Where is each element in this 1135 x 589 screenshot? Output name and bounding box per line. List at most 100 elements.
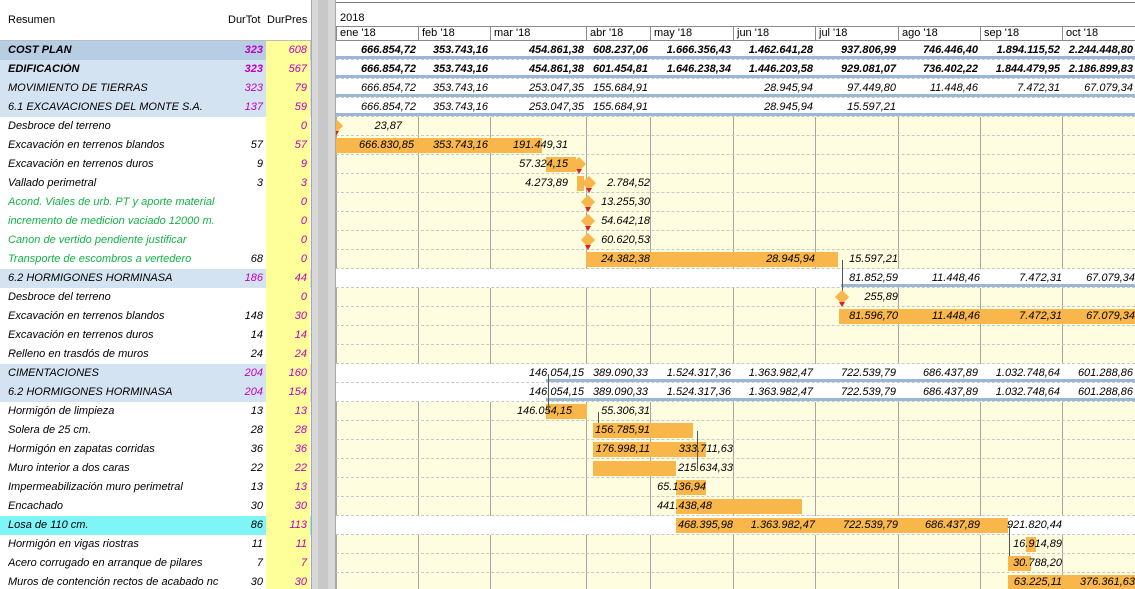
task-name: Relleno en trasdós de muros (8, 348, 149, 360)
task-durtot: 137 (244, 101, 263, 113)
task-row[interactable]: Solera de 25 cm. 28 28 (0, 421, 311, 440)
month-header: jun '18 (733, 26, 815, 41)
cost-value: 24.382,38 (601, 253, 650, 265)
cost-value: 353.743,16 (432, 44, 488, 56)
task-row[interactable]: Excavación en terrenos duros 14 14 (0, 326, 311, 345)
cost-value: 63.225,11 (1013, 576, 1062, 588)
cost-value: 146.054,15 (528, 386, 584, 398)
cost-value: 1.524.317,36 (666, 367, 731, 379)
task-durpres[interactable]: 0 (266, 231, 310, 250)
dependency-arrow-icon (839, 302, 845, 307)
task-row[interactable]: 6.2 HORMIGONES HORMINASA 186 44 (0, 269, 311, 288)
task-durpres[interactable]: 9 (266, 155, 310, 174)
task-row[interactable]: 6.2 HORMIGONES HORMINASA 204 154 (0, 383, 311, 402)
task-row[interactable]: Desbroce del terreno 0 (0, 117, 311, 136)
task-durpres[interactable]: 36 (266, 440, 310, 459)
task-row[interactable]: EDIFICACIÓN 323 567 (0, 60, 311, 79)
task-durpres[interactable]: 30 (266, 497, 310, 516)
task-durpres[interactable]: 79 (266, 79, 310, 98)
task-row[interactable]: MOVIMIENTO DE TIERRAS 323 79 (0, 79, 311, 98)
task-durpres[interactable]: 44 (266, 269, 310, 288)
task-durpres[interactable]: 22 (266, 459, 310, 478)
task-durpres[interactable]: 30 (266, 307, 310, 326)
task-durpres[interactable]: 14 (266, 326, 310, 345)
task-row[interactable]: Hormigón en vigas riostras 11 11 (0, 535, 311, 554)
task-durpres[interactable]: 57 (266, 136, 310, 155)
splitter-grip[interactable] (318, 0, 328, 589)
task-name: Hormigón en vigas riostras (8, 538, 139, 550)
task-durtot: 11 (251, 538, 263, 550)
task-durpres[interactable]: 7 (266, 554, 310, 573)
task-row[interactable]: Excavación en terrenos blandos 148 30 (0, 307, 311, 326)
task-durpres[interactable]: 24 (266, 345, 310, 364)
summary-bar[interactable] (841, 284, 1135, 287)
task-durpres[interactable]: 567 (266, 60, 310, 79)
task-row[interactable]: Hormigón en zapatas corridas 36 36 (0, 440, 311, 459)
task-row[interactable]: Encachado 30 30 (0, 497, 311, 516)
task-row[interactable]: Transporte de escombros a vertedero 68 0 (0, 250, 311, 269)
row-separator (336, 534, 1135, 535)
task-durpres[interactable]: 0 (266, 250, 310, 269)
task-durpres[interactable]: 3 (266, 174, 310, 193)
task-durpres[interactable]: 160 (266, 364, 310, 383)
task-name: Losa de 110 cm. (8, 519, 89, 531)
task-row[interactable]: Desbroce del terreno 0 (0, 288, 311, 307)
task-durpres[interactable]: 154 (266, 383, 310, 402)
month-header: abr '18 (586, 26, 650, 41)
task-row[interactable]: 6.1 EXCAVACIONES DEL MONTE S.A. 137 59 (0, 98, 311, 117)
task-row[interactable]: incremento de medicion vaciado 12000 m. 0 (0, 212, 311, 231)
task-durpres[interactable]: 113 (266, 516, 310, 535)
cost-value: 55.306,31 (601, 405, 650, 417)
cost-value: 16.914,89 (1013, 538, 1062, 550)
summary-bar[interactable] (546, 398, 1135, 401)
task-durpres[interactable]: 0 (266, 288, 310, 307)
task-name: Hormigón en zapatas corridas (8, 443, 155, 455)
task-row[interactable]: Vallado perimetral 3 3 (0, 174, 311, 193)
task-durpres[interactable]: 13 (266, 402, 310, 421)
column-header-durtot[interactable]: DurTot (228, 14, 260, 26)
task-durpres[interactable]: 608 (266, 41, 310, 60)
cost-value: 353.743,16 (432, 101, 488, 113)
pane-splitter[interactable] (311, 0, 336, 589)
task-row[interactable]: Canon de vertido pendiente justificar 0 (0, 231, 311, 250)
task-row[interactable]: Muro interior a dos caras 22 22 (0, 459, 311, 478)
task-durpres[interactable]: 0 (266, 117, 310, 136)
summary-bar[interactable] (336, 75, 1135, 78)
summary-bar[interactable] (336, 113, 1135, 116)
task-durpres[interactable]: 11 (266, 535, 310, 554)
task-durpres[interactable]: 13 (266, 478, 310, 497)
task-row[interactable]: COST PLAN 323 608 (0, 41, 311, 60)
column-header-resumen[interactable]: Resumen (8, 14, 55, 26)
task-row[interactable]: Impermeabilización muro perimetral 13 13 (0, 478, 311, 497)
task-row[interactable]: Losa de 110 cm. 86 113 (0, 516, 311, 535)
task-row[interactable]: Muros de contención rectos de acabado nc… (0, 573, 311, 589)
dependency-arrow-icon (336, 131, 339, 136)
task-durtot: 13 (250, 405, 263, 417)
task-row[interactable]: Acero corrugado en arranque de pilares 7 7 (0, 554, 311, 573)
task-durpres[interactable]: 0 (266, 193, 310, 212)
task-row[interactable]: Relleno en trasdós de muros 24 24 (0, 345, 311, 364)
cost-value: 7.472,31 (1017, 82, 1060, 94)
cost-value: 376.361,63 (1079, 576, 1135, 588)
task-row[interactable]: Excavación en terrenos duros 9 9 (0, 155, 311, 174)
task-row[interactable]: Excavación en terrenos blandos 57 57 (0, 136, 311, 155)
task-name: 6.2 HORMIGONES HORMINASA (8, 272, 173, 284)
task-row[interactable]: Hormigón de limpieza 13 13 (0, 402, 311, 421)
task-durpres[interactable]: 0 (266, 212, 310, 231)
month-header: feb '18 (418, 26, 490, 41)
summary-bar[interactable] (336, 94, 1135, 97)
task-row[interactable]: Acond. Viales de urb. PT y aporte materi… (0, 193, 311, 212)
summary-bar[interactable] (336, 56, 1135, 59)
dependency-arrow-icon (585, 245, 591, 250)
task-durtot: 14 (250, 329, 263, 341)
row-separator (336, 192, 1135, 193)
task-name: Encachado (8, 500, 64, 512)
task-row[interactable]: CIMENTACIONES 204 160 (0, 364, 311, 383)
task-durpres[interactable]: 30 (266, 573, 310, 589)
task-durpres[interactable]: 28 (266, 421, 310, 440)
task-durpres[interactable]: 59 (266, 98, 310, 117)
summary-bar[interactable] (546, 379, 1135, 382)
task-bar[interactable] (593, 461, 676, 476)
column-header-durpres[interactable]: DurPres (267, 14, 307, 26)
cost-value: 156.785,91 (594, 424, 650, 436)
